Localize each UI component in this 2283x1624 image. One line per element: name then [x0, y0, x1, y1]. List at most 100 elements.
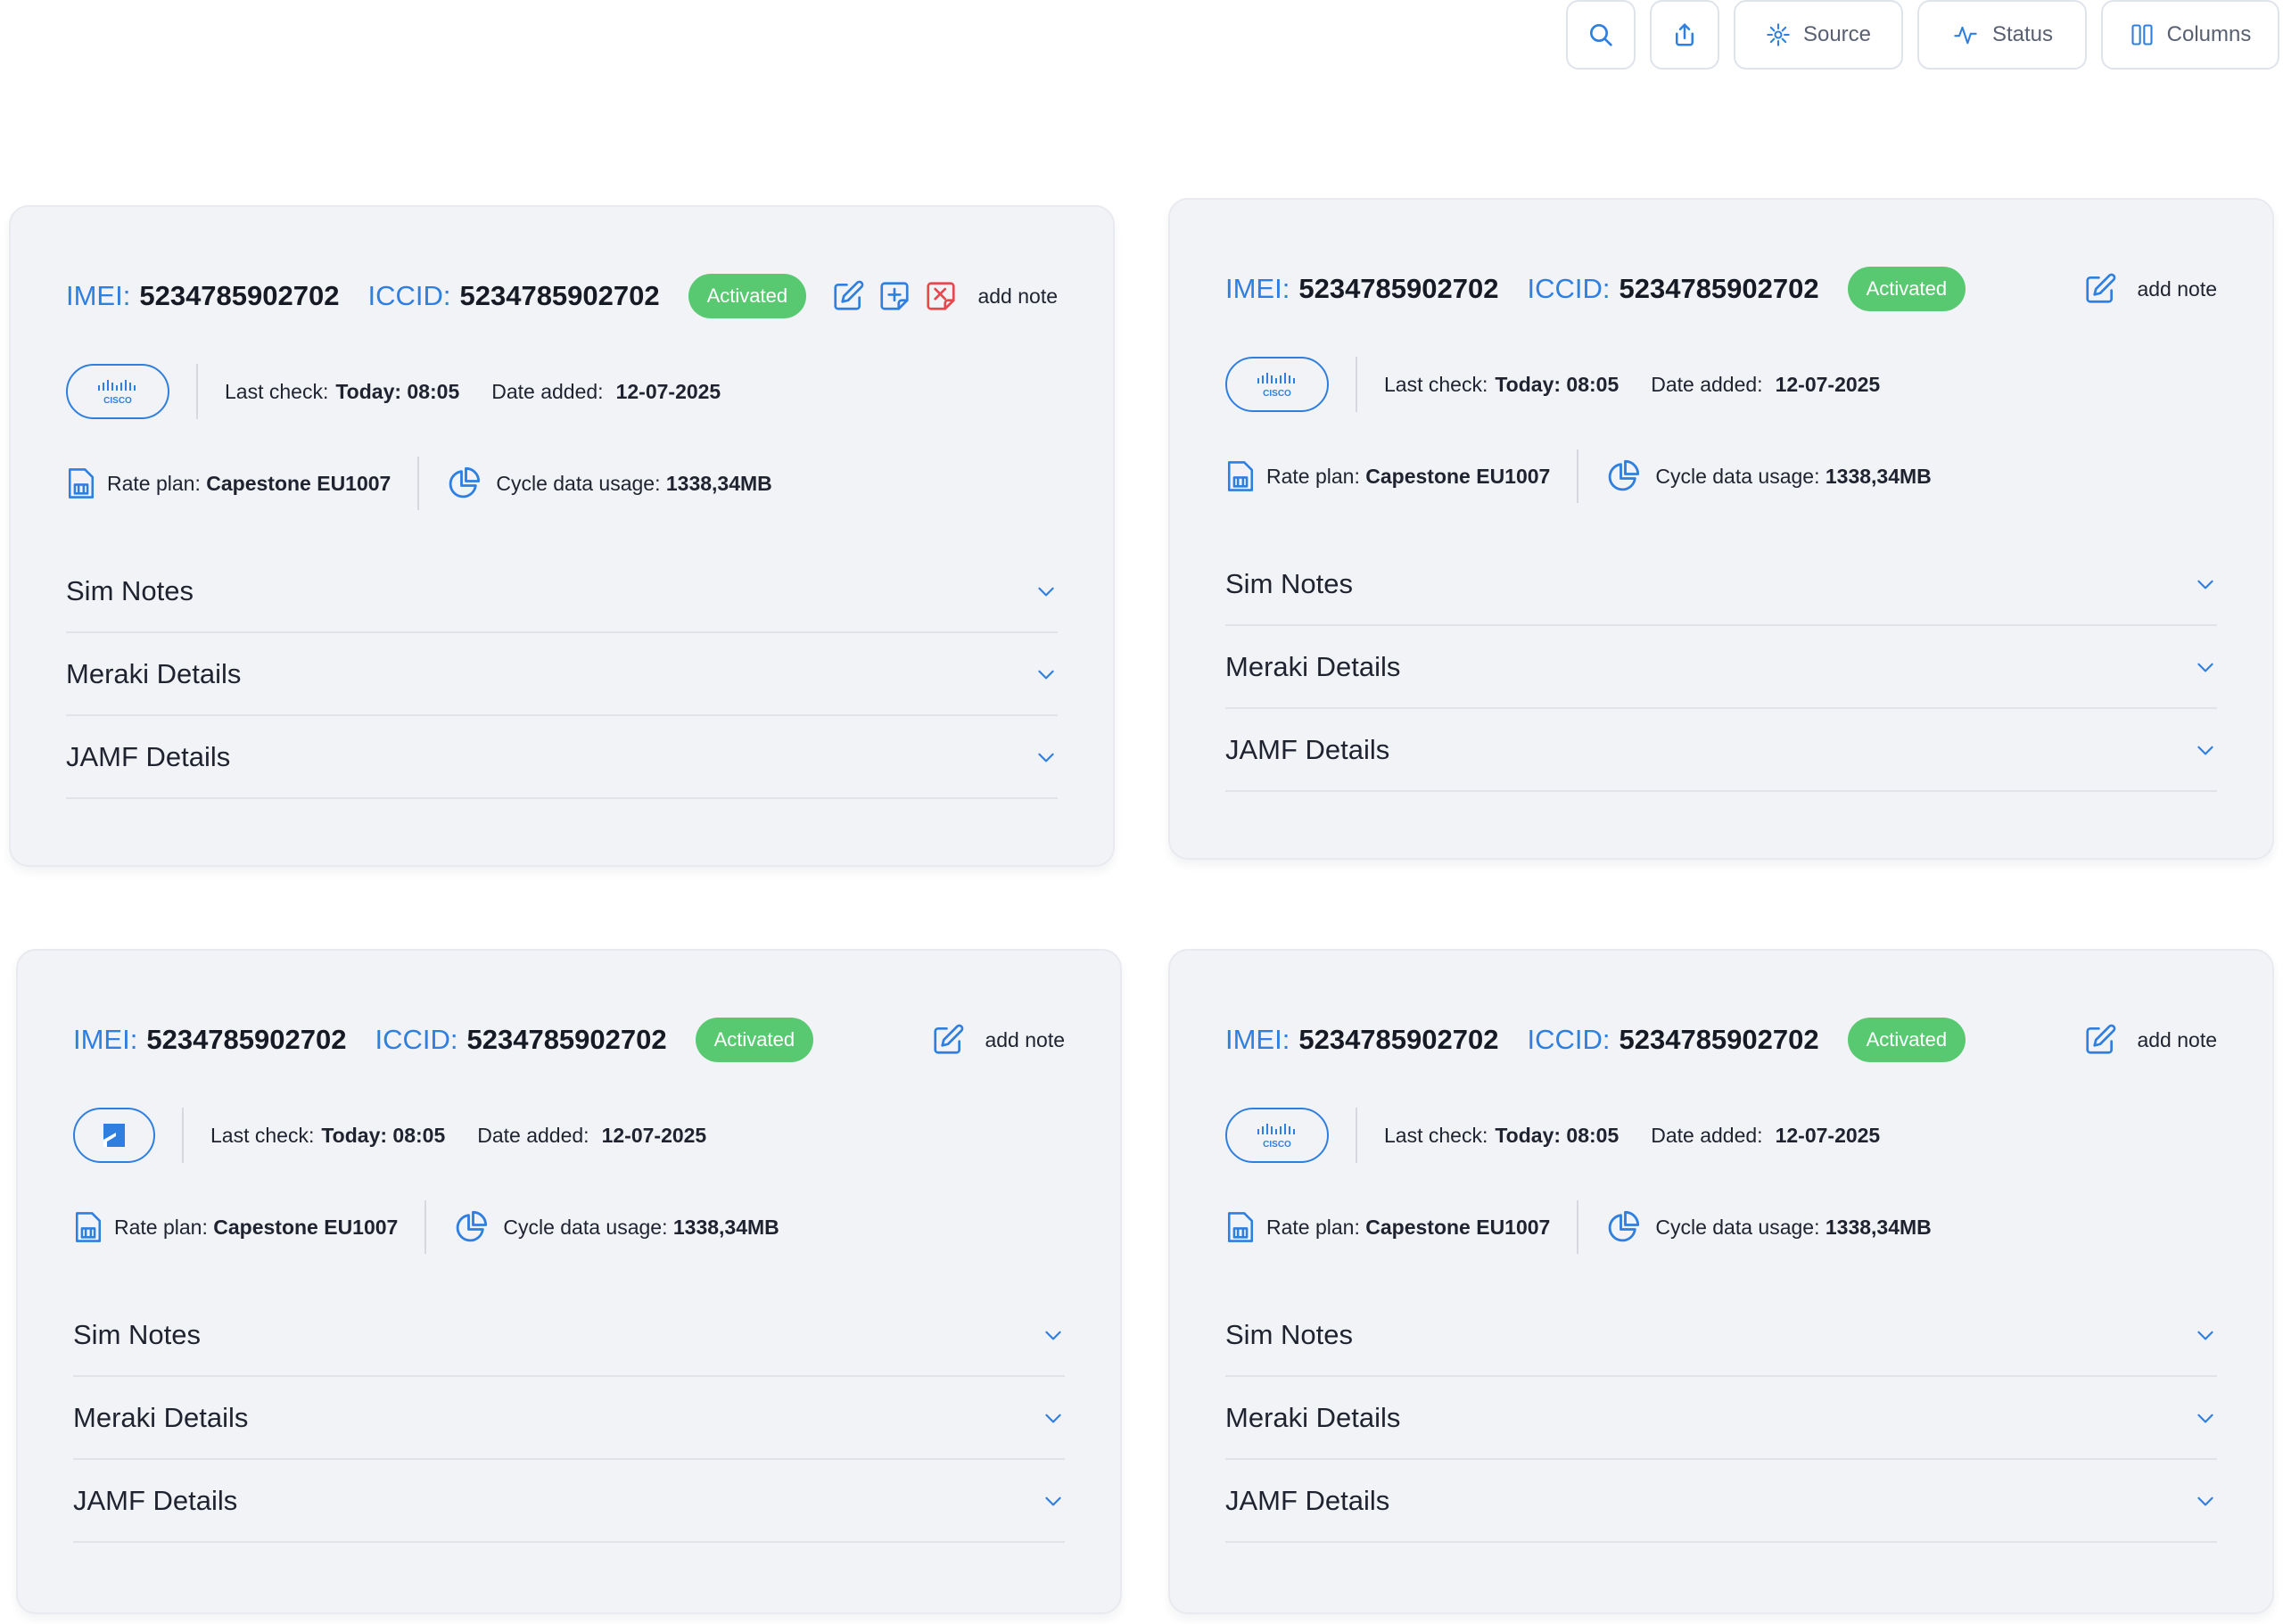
divider — [1577, 1200, 1579, 1254]
last-check: Last check: Today: 08:05 — [225, 379, 460, 403]
add-note-link[interactable]: add note — [2137, 277, 2217, 301]
date-added: Date added: 12-07-2025 — [477, 1123, 707, 1147]
sim-card: IMEI: 5234785902702 ICCID: 5234785902702… — [1168, 198, 2274, 860]
delete-note-icon[interactable] — [924, 279, 958, 313]
accordion-meraki-details[interactable]: Meraki Details — [73, 1377, 1065, 1460]
divider — [1356, 1108, 1357, 1163]
chevron-down-icon — [2194, 738, 2217, 762]
imei-value: 5234785902702 — [139, 280, 340, 311]
status-badge: Activated — [688, 274, 807, 318]
divider — [182, 1108, 184, 1163]
status-badge: Activated — [1847, 267, 1966, 311]
cycle-data-usage: Cycle data usage: 1338,34MB — [496, 471, 772, 495]
pie-chart-icon — [1605, 458, 1641, 494]
divider — [424, 1200, 427, 1254]
cycle-data-usage: Cycle data usage: 1338,34MB — [1655, 464, 1932, 488]
status-filter-button[interactable]: Status — [1917, 0, 2087, 70]
rate-plan: Rate plan: Capestone EU1007 — [107, 471, 391, 495]
svg-text:CISCO: CISCO — [103, 396, 132, 406]
columns-icon — [2130, 22, 2155, 47]
edit-note-icon[interactable] — [831, 279, 865, 313]
sim-card-icon — [66, 466, 96, 501]
last-check: Last check: Today: 08:05 — [1384, 372, 1620, 396]
imei-value: 5234785902702 — [146, 1024, 347, 1055]
rate-plan: Rate plan: Capestone EU1007 — [114, 1215, 399, 1239]
divider — [196, 364, 198, 419]
source-filter-button[interactable]: Source — [1734, 0, 1903, 70]
accordion-jamf-details[interactable]: JAMF Details — [66, 716, 1058, 799]
accordion-sim-notes[interactable]: Sim Notes — [1225, 543, 2217, 626]
chevron-down-icon — [2194, 1489, 2217, 1513]
status-badge: Activated — [1847, 1018, 1966, 1062]
iccid-label: ICCID: — [1527, 1024, 1611, 1055]
chevron-down-icon — [1042, 1323, 1065, 1347]
columns-button[interactable]: Columns — [2101, 0, 2279, 70]
iccid-label: ICCID: — [367, 280, 451, 311]
chevron-down-icon — [1034, 663, 1058, 686]
export-button[interactable] — [1650, 0, 1719, 70]
iccid-label: ICCID: — [375, 1024, 458, 1055]
sim-card-icon — [1225, 1209, 1256, 1245]
iccid-value: 5234785902702 — [459, 280, 660, 311]
chevron-down-icon — [1034, 746, 1058, 769]
search-icon — [1587, 21, 1615, 49]
accordion-jamf-details[interactable]: JAMF Details — [73, 1460, 1065, 1543]
iccid-value: 5234785902702 — [1619, 1024, 1819, 1055]
accordion-meraki-details[interactable]: Meraki Details — [66, 633, 1058, 716]
add-note-link[interactable]: add note — [2137, 1028, 2217, 1052]
sim-card-icon — [1225, 458, 1256, 494]
pie-chart-icon — [1605, 1209, 1641, 1245]
columns-label: Columns — [2166, 22, 2252, 46]
source-label: Source — [1802, 22, 1872, 46]
last-check: Last check: Today: 08:05 — [210, 1123, 446, 1147]
imei-value: 5234785902702 — [1298, 273, 1499, 304]
chevron-down-icon — [1042, 1489, 1065, 1513]
status-badge: Activated — [695, 1018, 814, 1062]
search-button[interactable] — [1566, 0, 1636, 70]
chevron-down-icon — [2194, 1323, 2217, 1347]
add-note-icon[interactable] — [878, 279, 911, 313]
rate-plan: Rate plan: Capestone EU1007 — [1266, 464, 1551, 488]
svg-text:CISCO: CISCO — [1263, 389, 1291, 399]
cycle-data-usage: Cycle data usage: 1338,34MB — [503, 1215, 779, 1239]
divider — [1577, 449, 1579, 503]
accordion-sim-notes[interactable]: Sim Notes — [66, 550, 1058, 633]
edit-note-icon[interactable] — [931, 1023, 965, 1057]
divider — [417, 457, 420, 510]
add-note-link[interactable]: add note — [977, 284, 1058, 309]
imei-label: IMEI: — [66, 280, 131, 311]
source-icon — [1766, 22, 1791, 47]
accordion-meraki-details[interactable]: Meraki Details — [1225, 626, 2217, 709]
sim-card: IMEI: 5234785902702 ICCID: 5234785902702… — [9, 205, 1115, 867]
imei-label: IMEI: — [73, 1024, 138, 1055]
svg-text:CISCO: CISCO — [1263, 1140, 1291, 1150]
pie-chart-icon — [446, 466, 482, 501]
imei-label: IMEI: — [1225, 1024, 1290, 1055]
accordion-jamf-details[interactable]: JAMF Details — [1225, 1460, 2217, 1543]
sim-card: IMEI: 5234785902702 ICCID: 5234785902702… — [16, 949, 1122, 1614]
sim-card-icon — [73, 1209, 103, 1245]
imei-label: IMEI: — [1225, 273, 1290, 304]
date-added: Date added: 12-07-2025 — [1651, 1123, 1881, 1147]
accordion-sim-notes[interactable]: Sim Notes — [1225, 1294, 2217, 1377]
chevron-down-icon — [1034, 580, 1058, 603]
accordion-sim-notes[interactable]: Sim Notes — [73, 1294, 1065, 1377]
edit-note-icon[interactable] — [2083, 272, 2117, 306]
accordion-jamf-details[interactable]: JAMF Details — [1225, 709, 2217, 792]
date-added: Date added: 12-07-2025 — [491, 379, 721, 403]
pie-chart-icon — [453, 1209, 489, 1245]
imei-value: 5234785902702 — [1298, 1024, 1499, 1055]
iccid-value: 5234785902702 — [1619, 273, 1819, 304]
status-label: Status — [1991, 22, 2054, 46]
cisco-logo: CISCO — [1225, 357, 1329, 412]
accordion-meraki-details[interactable]: Meraki Details — [1225, 1377, 2217, 1460]
chevron-down-icon — [2194, 1406, 2217, 1430]
cisco-logo: CISCO — [66, 364, 169, 419]
share-icon — [1671, 21, 1698, 48]
add-note-link[interactable]: add note — [985, 1028, 1065, 1052]
divider — [1356, 357, 1357, 412]
chevron-down-icon — [1042, 1406, 1065, 1430]
edit-note-icon[interactable] — [2083, 1023, 2117, 1057]
chevron-down-icon — [2194, 655, 2217, 679]
cycle-data-usage: Cycle data usage: 1338,34MB — [1655, 1215, 1932, 1239]
